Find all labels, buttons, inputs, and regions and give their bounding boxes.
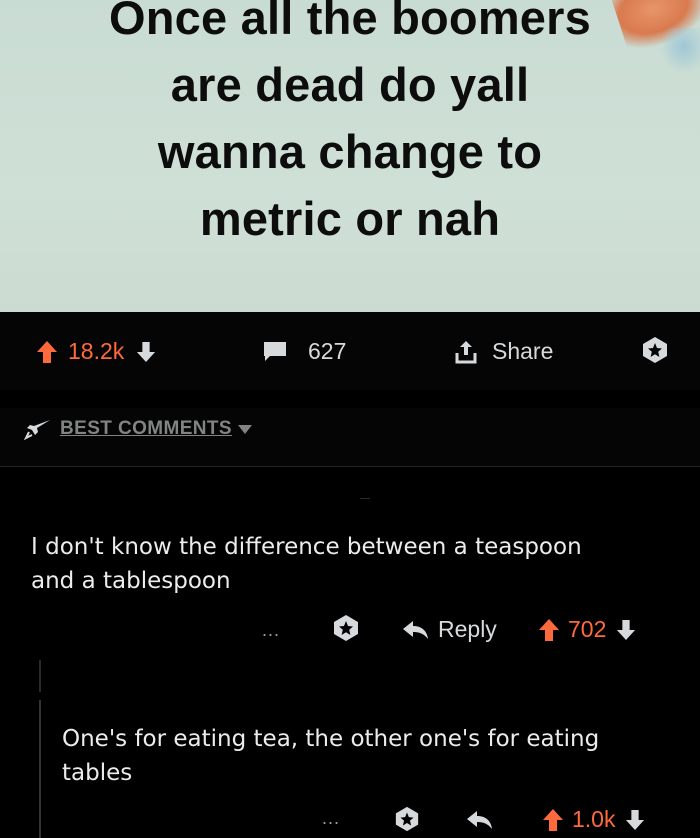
- comment-body: One's for eating tea, the other one's fo…: [62, 726, 600, 786]
- comment-count: 627: [308, 338, 347, 364]
- post-title-line: wanna change to: [157, 125, 543, 178]
- rocket-icon: [24, 418, 52, 440]
- post-image[interactable]: Once all the boomers are dead do yall wa…: [0, 0, 700, 312]
- share-upload-icon: [454, 339, 478, 365]
- comment-actions: ... Reply 702: [0, 612, 700, 652]
- more-options-button[interactable]: ...: [262, 620, 280, 641]
- arrow-up-icon[interactable]: [36, 340, 58, 364]
- share-button[interactable]: Share: [454, 338, 553, 365]
- reply-arrow-icon[interactable]: [466, 810, 494, 830]
- award-star-icon[interactable]: [394, 806, 420, 832]
- award-star-icon: [641, 336, 669, 364]
- comments-button[interactable]: 627: [262, 338, 346, 365]
- arrow-down-icon[interactable]: [625, 809, 645, 831]
- divider: [360, 498, 370, 499]
- comment-score: 702: [568, 616, 607, 642]
- sort-dropdown[interactable]: BEST COMMENTS: [24, 418, 252, 440]
- post-title-line: Once all the boomers: [109, 0, 591, 44]
- comment-score: 1.0k: [572, 806, 616, 832]
- chevron-down-icon: [237, 424, 252, 434]
- comment-sort-bar[interactable]: BEST COMMENTS: [0, 408, 700, 467]
- comment-vote-group: 1.0k: [542, 806, 645, 833]
- comment-actions: ... 1.0k: [0, 804, 700, 838]
- comment-body: I don't know the difference between a te…: [31, 534, 582, 594]
- sort-label: BEST COMMENTS: [60, 418, 232, 439]
- arrow-down-icon[interactable]: [616, 619, 636, 641]
- award-button[interactable]: [641, 336, 669, 364]
- arrow-down-icon[interactable]: [136, 341, 156, 363]
- more-options-button[interactable]: ...: [322, 808, 340, 829]
- thread-line[interactable]: [39, 660, 41, 692]
- award-star-icon[interactable]: [332, 614, 360, 642]
- post-score: 18.2k: [68, 338, 125, 364]
- reply-arrow-icon: [402, 620, 430, 640]
- speech-bubble-icon: [262, 340, 288, 364]
- post-title: Once all the boomers are dead do yall wa…: [0, 0, 700, 252]
- reply-button[interactable]: Reply: [402, 616, 497, 643]
- arrow-up-icon[interactable]: [542, 808, 564, 832]
- comment-vote-group: 702: [538, 616, 636, 643]
- reddit-post-page: Once all the boomers are dead do yall wa…: [0, 0, 700, 838]
- post-vote-group: 18.2k: [36, 338, 156, 365]
- share-label: Share: [492, 338, 554, 364]
- reply-label: Reply: [438, 616, 497, 642]
- post-title-line: metric or nah: [199, 192, 501, 245]
- arrow-up-icon[interactable]: [538, 618, 560, 642]
- post-action-bar: 18.2k 627 Share: [0, 312, 700, 390]
- post-title-line: are dead do yall: [170, 58, 530, 111]
